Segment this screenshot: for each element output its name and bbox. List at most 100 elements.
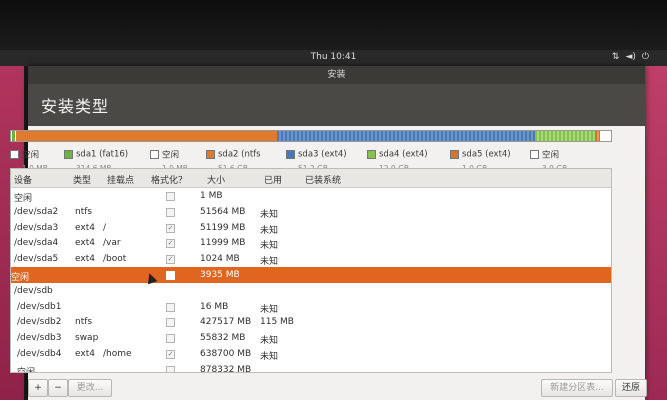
partition-bar-segment (600, 131, 611, 141)
new-partition-table-button[interactable]: 新建分区表... (541, 379, 613, 397)
table-row[interactable]: /dev/sdb4 ext4/home ✓ 638700 MB 未知 (11, 346, 611, 362)
legend-swatch (150, 150, 159, 159)
legend-name: 空闲 (542, 150, 560, 161)
partition-toolbar: + − 更改... 新建分区表... 还原 (28, 376, 647, 400)
legend-name: sda4 (ext4) (379, 149, 428, 160)
cell-used: 未知 (260, 304, 279, 315)
page-title: 安装类型 (41, 97, 110, 116)
cell-mount: / (103, 222, 107, 233)
cell-size: 1 MB (200, 191, 223, 201)
cell-used: 未知 (260, 225, 279, 236)
cell-type: ntfs (75, 206, 93, 217)
legend-name: 空闲 (162, 150, 180, 161)
format-checkbox[interactable] (166, 192, 175, 201)
table-row[interactable]: /dev/sdb2 ntfs 427517 MB 115 MB (11, 314, 611, 330)
cell-size: 3935 MB (200, 269, 240, 280)
column-header[interactable]: 已装系统 (305, 173, 341, 186)
cell-type: swap (75, 333, 99, 344)
legend-name: sda5 (ext4) (462, 149, 511, 160)
table-row[interactable]: /dev/sda5 ext4/boot ✓ 1024 MB 未知 (11, 251, 611, 267)
column-header[interactable]: 格式化？ (151, 173, 187, 186)
cell-device: 空闲 (11, 272, 30, 283)
partition-bar-segment (534, 131, 595, 141)
cell-device: /dev/sdb (14, 285, 53, 296)
table-row[interactable]: /dev/sda2 ntfs 51564 MB 未知 (11, 204, 611, 220)
format-checkbox[interactable] (166, 334, 175, 344)
cell-device: /dev/sda2 (14, 206, 59, 217)
desktop-background-right (645, 50, 667, 400)
format-checkbox[interactable]: ✓ (166, 239, 175, 249)
cell-size: 427517 MB (200, 317, 252, 328)
table-row[interactable]: 空闲 3935 MB (11, 266, 611, 283)
table-row[interactable]: 空闲 878332 MB (11, 362, 611, 373)
window-title: 安装 (28, 66, 645, 84)
change-partition-button[interactable]: 更改... (68, 379, 112, 397)
format-checkbox[interactable] (166, 270, 175, 280)
remove-partition-button[interactable]: − (48, 379, 68, 397)
legend-name: sda1 (fat16) (76, 149, 129, 160)
partition-legend: 空闲1.0 MBsda1 (fat16)314.6 MB空闲1.0 MBsda2… (10, 144, 610, 173)
cell-size: 51199 MB (200, 222, 246, 233)
cell-mount: /var (103, 238, 121, 249)
cell-used: 未知 (260, 209, 279, 220)
cell-device: /dev/sda5 (14, 254, 59, 265)
table-row[interactable]: 空闲 1 MB (11, 188, 611, 204)
format-checkbox[interactable]: ✓ (166, 349, 175, 359)
system-tray: ⇅ ◄) ⏻ (612, 52, 649, 62)
column-header[interactable]: 大小 (207, 173, 225, 186)
cell-used: 未知 (260, 257, 279, 268)
clock[interactable]: Thu 10:41 (0, 52, 667, 62)
legend-swatch (10, 150, 19, 159)
partition-bar-segment (276, 131, 535, 141)
cell-size: 11999 MB (200, 238, 246, 249)
screen-bezel (0, 0, 667, 50)
legend-name: sda2 (ntfs (218, 149, 261, 160)
column-header[interactable]: 已用 (264, 173, 282, 186)
table-row[interactable]: /dev/sda3 ext4 / ✓ 51199 MB 未知 (11, 220, 611, 236)
legend-swatch (367, 150, 376, 159)
column-header[interactable]: 类型 (73, 173, 91, 186)
format-checkbox[interactable]: ✓ (166, 255, 175, 265)
cell-device: 空闲 (17, 367, 36, 373)
legend-swatch (286, 150, 295, 159)
legend-name: 空闲 (22, 150, 40, 161)
add-partition-button[interactable]: + (28, 379, 48, 397)
cell-device: /dev/sdb3 (17, 333, 62, 344)
partition-table: 设备 类型 挂载点 格式化？ 大小 已用 已装系统 空闲 1 MB/dev/sda2 ntfs 5… (10, 168, 612, 373)
revert-button[interactable]: 还原 (615, 379, 647, 397)
format-checkbox[interactable] (166, 302, 175, 312)
cell-size: 16 MB (200, 301, 229, 312)
table-row[interactable]: /dev/sdb3 swap 55832 MB 未知 (11, 330, 611, 346)
network-icon[interactable]: ⇅ (612, 52, 620, 62)
legend-swatch (206, 150, 215, 159)
cell-size: 878332 MB (200, 364, 252, 373)
cell-mount: /home (103, 348, 132, 359)
table-header: 设备 类型 挂载点 格式化？ 大小 已用 已装系统 (11, 169, 611, 188)
page-header: 安装类型 (28, 84, 645, 126)
cell-used: 未知 (260, 241, 279, 252)
format-checkbox[interactable]: ✓ (166, 223, 175, 233)
cell-type: ext4 (75, 348, 95, 359)
cell-device: /dev/sdb4 (17, 348, 62, 359)
cell-size: 51564 MB (200, 206, 246, 217)
format-checkbox[interactable] (166, 365, 175, 372)
cell-used: 未知 (260, 351, 279, 362)
cell-size: 55832 MB (200, 333, 246, 344)
power-icon[interactable]: ⏻ (642, 52, 649, 62)
cell-device: /dev/sdb2 (17, 317, 62, 328)
volume-icon[interactable]: ◄) (625, 52, 635, 62)
column-header[interactable]: 设备 (14, 173, 32, 186)
format-checkbox[interactable] (166, 207, 175, 217)
table-row[interactable]: /dev/sdb1 16 MB 未知 (11, 299, 611, 315)
top-panel: Thu 10:41 ⇅ ◄) ⏻ (0, 50, 667, 66)
cell-size: 638700 MB (200, 348, 252, 359)
cell-size: 1024 MB (200, 254, 240, 265)
column-header[interactable]: 挂载点 (107, 173, 134, 186)
cell-device: /dev/sda4 (14, 238, 59, 249)
cell-device: /dev/sdb1 (17, 301, 62, 312)
table-row[interactable]: /dev/sdb (11, 283, 611, 299)
format-checkbox[interactable] (166, 318, 175, 328)
cell-used: 未知 (260, 336, 279, 347)
table-row[interactable]: /dev/sda4 ext4/var ✓ 11999 MB 未知 (11, 235, 611, 251)
legend-name: sda3 (ext4) (298, 149, 347, 160)
